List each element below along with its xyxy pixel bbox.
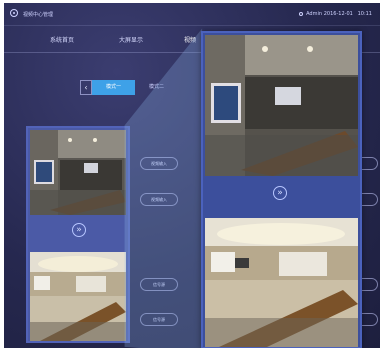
- mode-item-1[interactable]: 模式一: [92, 80, 135, 95]
- user-menu[interactable]: Admin: [299, 11, 322, 17]
- thumbnail-strip: »: [26, 126, 130, 343]
- preview-scroll-down-icon[interactable]: »: [273, 186, 287, 200]
- room-preview-1[interactable]: [205, 35, 358, 176]
- top-bar: 视频中心管理 Admin 2016-12-01 10:11: [4, 3, 380, 25]
- mode-prev-button[interactable]: ‹: [80, 80, 92, 95]
- room-preview-2[interactable]: [205, 218, 358, 347]
- scroll-down-icon[interactable]: »: [72, 223, 86, 237]
- logo-icon: [10, 9, 18, 17]
- mode-item-2[interactable]: 模式二: [135, 80, 178, 95]
- tab-video[interactable]: 视频: [184, 35, 196, 44]
- datetime: 2016-12-01 10:11: [323, 11, 372, 17]
- source-button-2[interactable]: 信号源: [140, 313, 178, 326]
- tab-big-screen[interactable]: 大屏显示: [119, 35, 143, 44]
- preview-panel: »: [201, 31, 362, 348]
- app-window: 视频中心管理 Admin 2016-12-01 10:11 系统首页 大屏显示 …: [4, 3, 380, 348]
- room-thumbnail-2[interactable]: [30, 252, 126, 341]
- video-input-button-2[interactable]: 视频输入: [140, 193, 178, 206]
- video-input-button-1[interactable]: 视频输入: [140, 157, 178, 170]
- user-name: Admin: [306, 11, 322, 17]
- app-title: 视频中心管理: [23, 12, 54, 18]
- source-button-1[interactable]: 信号源: [140, 278, 178, 291]
- mode-switch: ‹ 模式一 模式二: [80, 80, 178, 95]
- user-icon: [299, 12, 304, 16]
- tab-home[interactable]: 系统首页: [50, 35, 74, 44]
- room-thumbnail-1[interactable]: [30, 130, 126, 215]
